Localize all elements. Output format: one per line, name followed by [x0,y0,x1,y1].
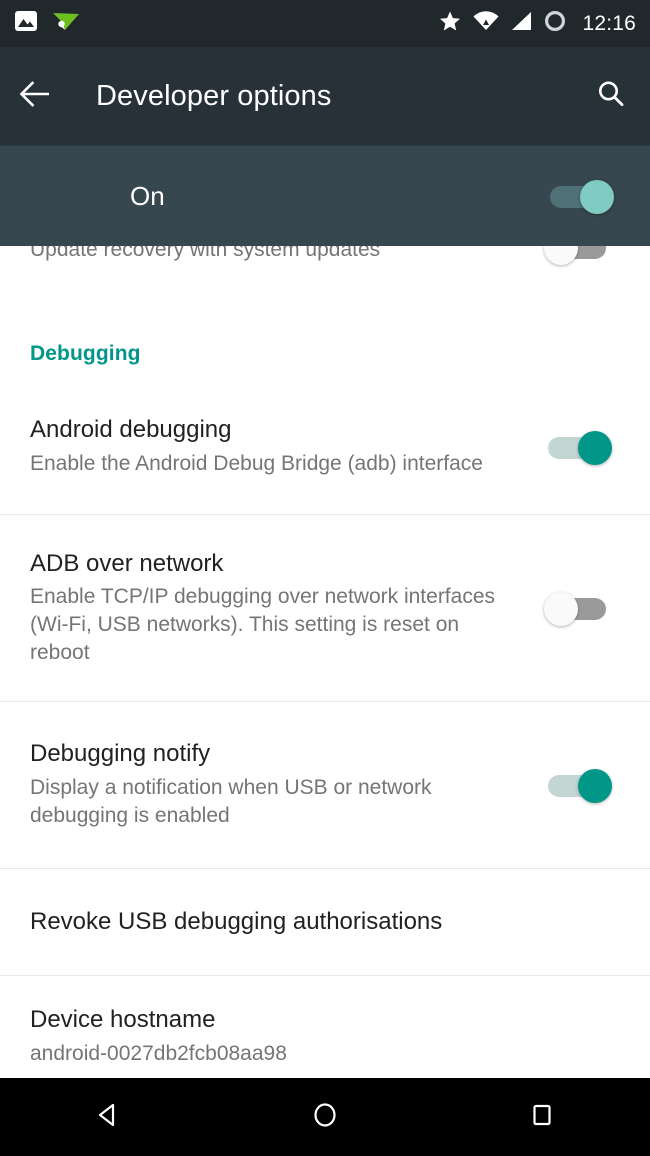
switch-thumb [544,246,578,265]
recents-square-icon [527,1100,557,1135]
back-triangle-icon [93,1100,123,1135]
master-switch-row[interactable]: On [0,145,650,246]
row-summary: Enable the Android Debug Bridge (adb) in… [30,452,483,476]
status-bar-right-icons: 12:16 [438,9,636,38]
nav-recents-button[interactable] [487,1078,597,1156]
row-summary: Display a notification when USB or netwo… [30,776,432,827]
android-screen: 12:16 Developer options On Update recove… [0,0,650,1156]
list-item[interactable]: Device hostname android-0027db2fcb08aa98 [0,976,650,1062]
row-summary: Update recovery with system updates [30,246,381,261]
back-arrow-icon [19,79,53,114]
master-switch-toggle[interactable] [546,176,614,216]
row-title: Android debugging [30,416,232,444]
switch-thumb [578,769,612,803]
row-toggle[interactable] [536,246,620,267]
star-icon [438,9,462,38]
row-toggle[interactable] [536,765,620,805]
row-text: Debugging notify Display a notification … [30,740,536,829]
master-switch-label: On [130,180,165,211]
row-title: Device hostname [30,1006,216,1033]
section-header-debugging: Debugging [30,342,141,365]
nav-home-button[interactable] [270,1078,380,1156]
row-summary: android-0027db2fcb08aa98 [30,1041,287,1062]
image-icon [14,9,38,38]
row-text: ADB over network Enable TCP/IP debugging… [30,550,536,667]
status-bar-clock: 12:16 [582,11,636,35]
home-circle-icon [310,1100,340,1135]
list-item[interactable]: Revoke USB debugging authorisations [0,869,650,975]
list-item[interactable]: Android debugging Enable the Android Deb… [0,380,650,514]
wifi-icon [473,11,499,36]
search-button[interactable] [572,47,650,145]
switch-thumb [580,180,614,214]
row-text: Revoke USB debugging authorisations [30,908,620,937]
row-text: Update recovery with system updates [30,246,536,263]
list-item[interactable]: Update recovery with system updates [0,246,650,296]
search-icon [595,78,627,115]
list-item[interactable]: ADB over network Enable TCP/IP debugging… [0,515,650,701]
battery-icon [543,9,567,38]
switch-thumb [544,592,578,626]
row-summary: Enable TCP/IP debugging over network int… [30,585,496,664]
switch-thumb [578,431,612,465]
row-title: Revoke USB debugging authorisations [30,907,443,935]
green-arrow-icon [52,10,80,37]
status-bar: 12:16 [0,0,650,47]
row-text: Device hostname android-0027db2fcb08aa98 [30,1006,620,1062]
row-text: Android debugging Enable the Android Deb… [30,416,536,478]
row-title: Debugging notify [30,740,211,768]
back-button[interactable] [0,47,72,145]
signal-icon [510,11,532,36]
app-bar: Developer options [0,47,650,145]
settings-list[interactable]: Update recovery with system updates Debu… [0,246,650,1078]
row-toggle[interactable] [536,427,620,467]
list-item[interactable]: Debugging notify Display a notification … [0,702,650,868]
page-title: Developer options [96,79,332,112]
status-bar-left-icons [14,9,80,38]
row-title: ADB over network [30,549,224,577]
nav-back-button[interactable] [53,1078,163,1156]
row-toggle[interactable] [536,588,620,628]
navigation-bar [0,1078,650,1156]
